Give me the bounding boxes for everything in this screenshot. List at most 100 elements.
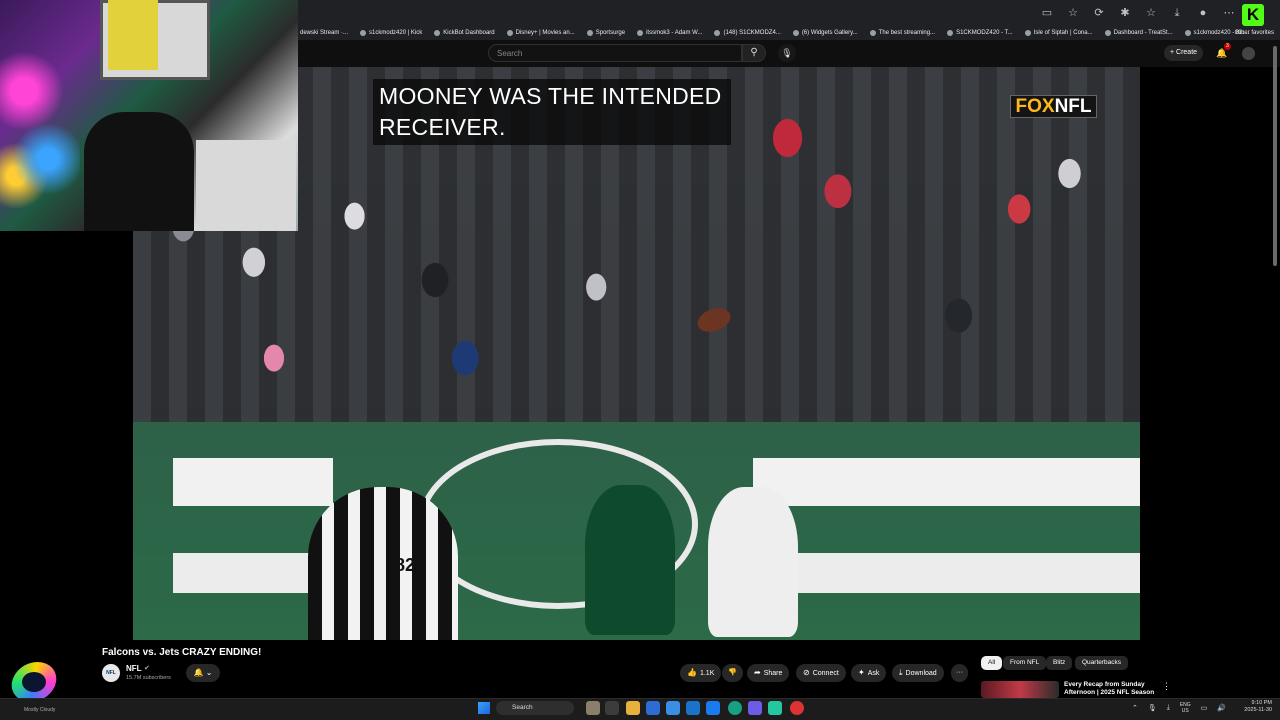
share-icon: ➦ (754, 668, 761, 677)
task-view-icon[interactable] (605, 701, 619, 715)
wall-stripe (173, 458, 333, 506)
bookmark-favicon-icon (506, 30, 513, 36)
search-input[interactable]: Search (488, 44, 742, 62)
bookmark-favicon-icon (869, 30, 876, 36)
notification-count-badge: 3 (1224, 43, 1231, 50)
menu-icon[interactable]: ⋯ (1222, 6, 1236, 20)
bookmark-item[interactable]: Sportsurge (586, 30, 625, 36)
tray-mic-icon[interactable]: 🎙 (1148, 704, 1157, 712)
thumbs-up-icon: 👍 (687, 668, 697, 677)
taskbar-app-icon[interactable] (790, 701, 804, 715)
thumbs-down-icon: 👎 (728, 669, 737, 676)
taskbar-app-icon[interactable] (748, 701, 762, 715)
bookmark-item[interactable]: Isle of Siptah | Cona... (1024, 30, 1093, 36)
recommended-video-thumbnail[interactable] (981, 681, 1059, 698)
taskbar-clock[interactable]: 9:10 PM 2025-11-30 (1244, 700, 1272, 714)
channel-name[interactable]: NFL (126, 664, 142, 673)
wall-stripe (753, 458, 1140, 506)
bookmark-favicon-icon (1024, 30, 1031, 36)
user-avatar[interactable] (1242, 47, 1255, 60)
weather-widget[interactable]: Mostly Cloudy (24, 707, 55, 713)
download-icon[interactable]: ⤓ (1170, 6, 1184, 20)
youtube-masthead: Search ⚲ 🎙 + Create 🔔 3 (298, 40, 1280, 67)
chip-blitz[interactable]: Blitz (1046, 656, 1073, 670)
download-icon: ⤓ (899, 668, 903, 677)
taskbar-app-icon[interactable] (768, 701, 782, 715)
chip-from-nfl[interactable]: From NFL (1003, 656, 1047, 670)
microphone-icon[interactable]: 🎙 (778, 44, 796, 62)
chip-all[interactable]: All (981, 656, 1003, 670)
system-tray: ⌃ 🎙 ⤓ ENG US ▭ 🔊 (1132, 700, 1226, 716)
referee (308, 487, 458, 640)
cabinet (196, 140, 296, 231)
taskbar-app-icon[interactable] (646, 701, 660, 715)
file-explorer-icon[interactable] (626, 701, 640, 715)
streamer-person (84, 112, 194, 231)
bookmark-favicon-icon (360, 30, 367, 36)
led-lights (0, 40, 80, 210)
more-actions-button[interactable]: ··· (951, 664, 968, 682)
bookmark-item[interactable]: (6) Widgets Gallery... (792, 30, 858, 36)
bookmark-item[interactable]: KickBot Dashboard (434, 30, 495, 36)
recommended-video-title[interactable]: Every Recap from Sunday Afternoon | 2025… (1064, 681, 1160, 697)
extension-icon[interactable]: ✱ (1118, 6, 1132, 20)
input-language[interactable]: ENG US (1180, 702, 1191, 714)
taskbar-app-icon[interactable] (686, 701, 700, 715)
jets-player (585, 485, 675, 635)
bookmarks-bar: dewski Stream ·... s1ckmodz420 | Kick Ki… (298, 26, 1280, 40)
chip-quarterbacks[interactable]: Quarterbacks (1075, 656, 1129, 670)
bookmark-item[interactable]: S1CKMODZ420 - T... (947, 30, 1013, 36)
bookmark-item[interactable]: Dashboard - TreatSt... (1104, 30, 1173, 36)
bookmark-item[interactable]: (148) S1CKMODZ4... (714, 30, 781, 36)
kick-extension-icon[interactable]: K (1242, 4, 1264, 26)
share-button[interactable]: ➦ Share (747, 664, 790, 682)
volume-icon[interactable]: 🔊 (1217, 704, 1226, 712)
recommended-video-menu-icon[interactable]: ⋮ (1162, 681, 1171, 692)
taskbar-app-icon[interactable] (666, 701, 680, 715)
video-title: Falcons vs. Jets CRAZY ENDING! (102, 647, 262, 658)
refresh-icon[interactable]: ⟳ (1092, 6, 1106, 20)
bookmark-favicon-icon (1104, 30, 1111, 36)
bookmark-favicon-icon (637, 30, 644, 36)
windows-start-icon[interactable] (478, 702, 490, 714)
bookmark-item[interactable]: dewski Stream ·... (300, 30, 348, 36)
edge-browser-icon[interactable] (728, 701, 742, 715)
taskbar-app-icon[interactable] (586, 701, 600, 715)
bookmark-item[interactable]: s1ckmodz420 | Kick (360, 30, 422, 36)
create-button[interactable]: + Create (1164, 45, 1204, 61)
search-icon[interactable]: ⚲ (742, 44, 766, 62)
tray-download-icon[interactable]: ⤓ (1167, 704, 1170, 712)
page-scrollbar[interactable] (1272, 40, 1278, 270)
ask-button[interactable]: ✦ Ask (851, 664, 887, 682)
browser-toolbar-icons: ▭ ☆ ⟳ ✱ ☆ ⤓ ● ⋯ (1040, 6, 1236, 20)
verified-icon: ✔ (144, 665, 150, 672)
profile-icon[interactable]: ● (1196, 6, 1210, 20)
connect-button[interactable]: ⊘ Connect (796, 664, 846, 682)
logo-center (22, 672, 46, 692)
tray-chevron-icon[interactable]: ⌃ (1132, 704, 1138, 712)
download-button[interactable]: ⤓ Download (892, 664, 944, 682)
bookmark-favicon-icon (792, 30, 799, 36)
taskbar-search-input[interactable]: Search (496, 701, 574, 715)
star-icon[interactable]: ☆ (1066, 6, 1080, 20)
taskbar-app-icon[interactable] (706, 701, 720, 715)
bookmark-favicon-icon (586, 30, 593, 36)
other-favorites[interactable]: Other favorites (1235, 26, 1274, 40)
network-icon[interactable]: ▭ (1201, 704, 1208, 712)
scrollbar-thumb[interactable] (1273, 46, 1277, 266)
falcons-player (708, 487, 798, 637)
wall-poster (108, 0, 158, 70)
bookmark-item[interactable]: itssmok3 - Adam W... (637, 30, 702, 36)
subscription-bell-button[interactable]: 🔔 ⌄ (186, 664, 220, 682)
dislike-button[interactable]: 👎 (722, 664, 743, 682)
bookmark-item[interactable]: Disney+ | Movies an... (506, 30, 575, 36)
reader-icon[interactable]: ▭ (1040, 6, 1054, 20)
fox-nfl-logo: FOXNFL (1010, 95, 1097, 118)
bookmark-item[interactable]: The best streaming... (869, 30, 935, 36)
bookmark-favicon-icon (434, 30, 441, 36)
channel-avatar[interactable]: NFL (102, 664, 120, 682)
like-button[interactable]: 👍 1.1K (680, 664, 722, 682)
bookmark-favicon-icon (947, 30, 954, 36)
favorites-icon[interactable]: ☆ (1144, 6, 1158, 20)
bookmark-favicon-icon (1184, 30, 1191, 36)
